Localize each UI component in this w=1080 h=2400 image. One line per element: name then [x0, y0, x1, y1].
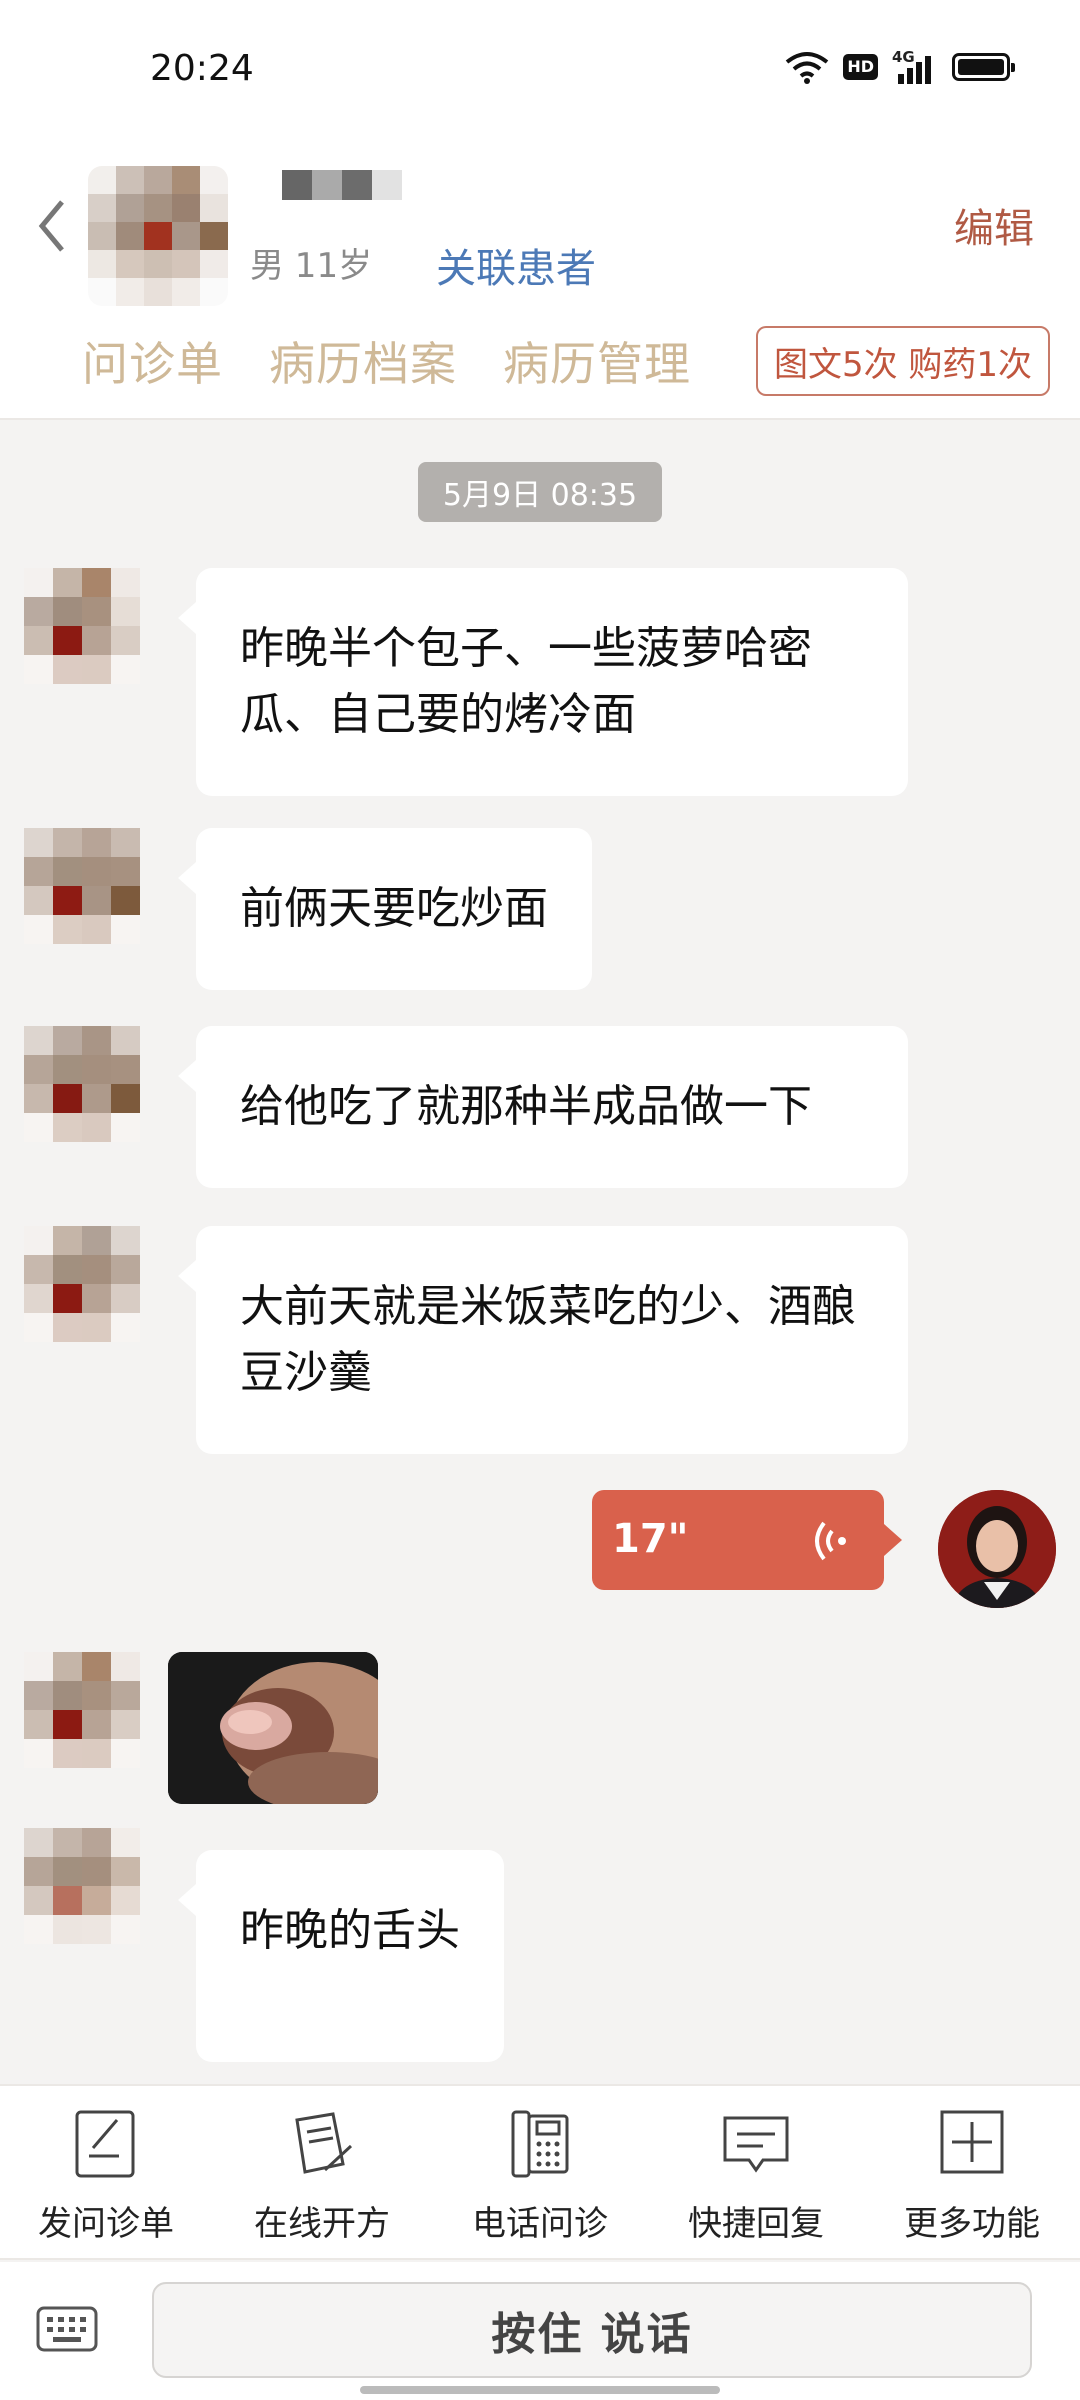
chat-message[interactable]: 大前天就是米饭菜吃的少、酒酿豆沙羹: [178, 1226, 908, 1454]
edit-button[interactable]: 编辑: [954, 196, 1034, 254]
tongue-photo[interactable]: [168, 1652, 378, 1804]
signal-icon: 4G: [892, 48, 938, 84]
patient-avatar-small[interactable]: [24, 568, 140, 684]
back-icon[interactable]: [34, 196, 74, 256]
online-prescription-button[interactable]: 在线开方: [222, 2106, 422, 2245]
status-bar: 20:24 HD 4G: [0, 0, 1080, 140]
header-tabs: 问诊单 病历档案 病历管理: [82, 328, 691, 394]
tab-record-management[interactable]: 病历管理: [503, 328, 691, 394]
toolbar-label: 电话问诊: [472, 2204, 608, 2244]
phone-consult-button[interactable]: 电话问诊: [440, 2106, 640, 2245]
voice-message[interactable]: 17": [592, 1490, 902, 1590]
hold-to-talk-button[interactable]: 按住 说话: [152, 2282, 1032, 2378]
doctor-avatar[interactable]: [938, 1490, 1056, 1608]
quick-reply-icon: [723, 2116, 789, 2173]
toolbar-label: 更多功能: [904, 2204, 1040, 2244]
chat-message[interactable]: 前俩天要吃炒面: [178, 828, 592, 990]
service-quota-badge[interactable]: 图文5次 购药1次: [756, 326, 1050, 396]
toolbar-label: 快捷回复: [688, 2204, 824, 2244]
patient-avatar-small[interactable]: [24, 828, 140, 944]
chat-message[interactable]: 昨晚的舌头: [178, 1850, 504, 2062]
chat-date: 5月9日 08:35: [418, 462, 662, 522]
patient-avatar-small[interactable]: [24, 1226, 140, 1342]
plus-icon: [940, 2110, 1004, 2174]
patient-avatar-small[interactable]: [24, 1026, 140, 1142]
more-functions-button[interactable]: 更多功能: [872, 2106, 1072, 2245]
patient-gender-age: 男 11岁: [250, 246, 373, 286]
voice-wave-icon: [815, 1521, 846, 1561]
toolbar-label: 在线开方: [254, 2204, 390, 2244]
send-consult-form-button[interactable]: 发问诊单: [6, 2106, 206, 2245]
status-icons: HD 4G: [785, 48, 1015, 84]
patient-name-blurred: [282, 170, 402, 200]
form-icon: [75, 2110, 135, 2178]
keyboard-icon[interactable]: [36, 2304, 98, 2354]
battery-icon: [952, 53, 1015, 81]
prescription-icon: [295, 2112, 353, 2174]
tab-medical-records[interactable]: 病历档案: [269, 328, 457, 394]
patient-header: 男 11岁 关联患者 编辑 问诊单 病历档案 病历管理 图文5次 购药1次: [0, 140, 1080, 420]
action-toolbar: 发问诊单 在线开方 电话问诊 快捷回复 更多功能: [0, 2084, 1080, 2260]
input-bar: 按住 说话: [0, 2262, 1080, 2400]
quick-reply-button[interactable]: 快捷回复: [656, 2106, 856, 2245]
link-patient-button[interactable]: 关联患者: [436, 236, 596, 294]
phone-icon: [511, 2110, 569, 2178]
status-time: 20:24: [150, 48, 254, 89]
patient-avatar-small[interactable]: [24, 1828, 140, 1944]
tab-consult-form[interactable]: 问诊单: [82, 328, 223, 394]
toolbar-label: 发问诊单: [38, 2204, 174, 2244]
home-indicator[interactable]: [360, 2386, 720, 2394]
chat-message[interactable]: 昨晚半个包子、一些菠萝哈密瓜、自己要的烤冷面: [178, 568, 908, 796]
patient-avatar[interactable]: [88, 166, 228, 306]
hd-icon: HD: [843, 54, 878, 80]
chat-message[interactable]: 给他吃了就那种半成品做一下: [178, 1026, 908, 1188]
voice-duration: 17": [612, 1516, 689, 1562]
patient-avatar-small[interactable]: [24, 1652, 140, 1768]
wifi-icon: [786, 52, 829, 84]
